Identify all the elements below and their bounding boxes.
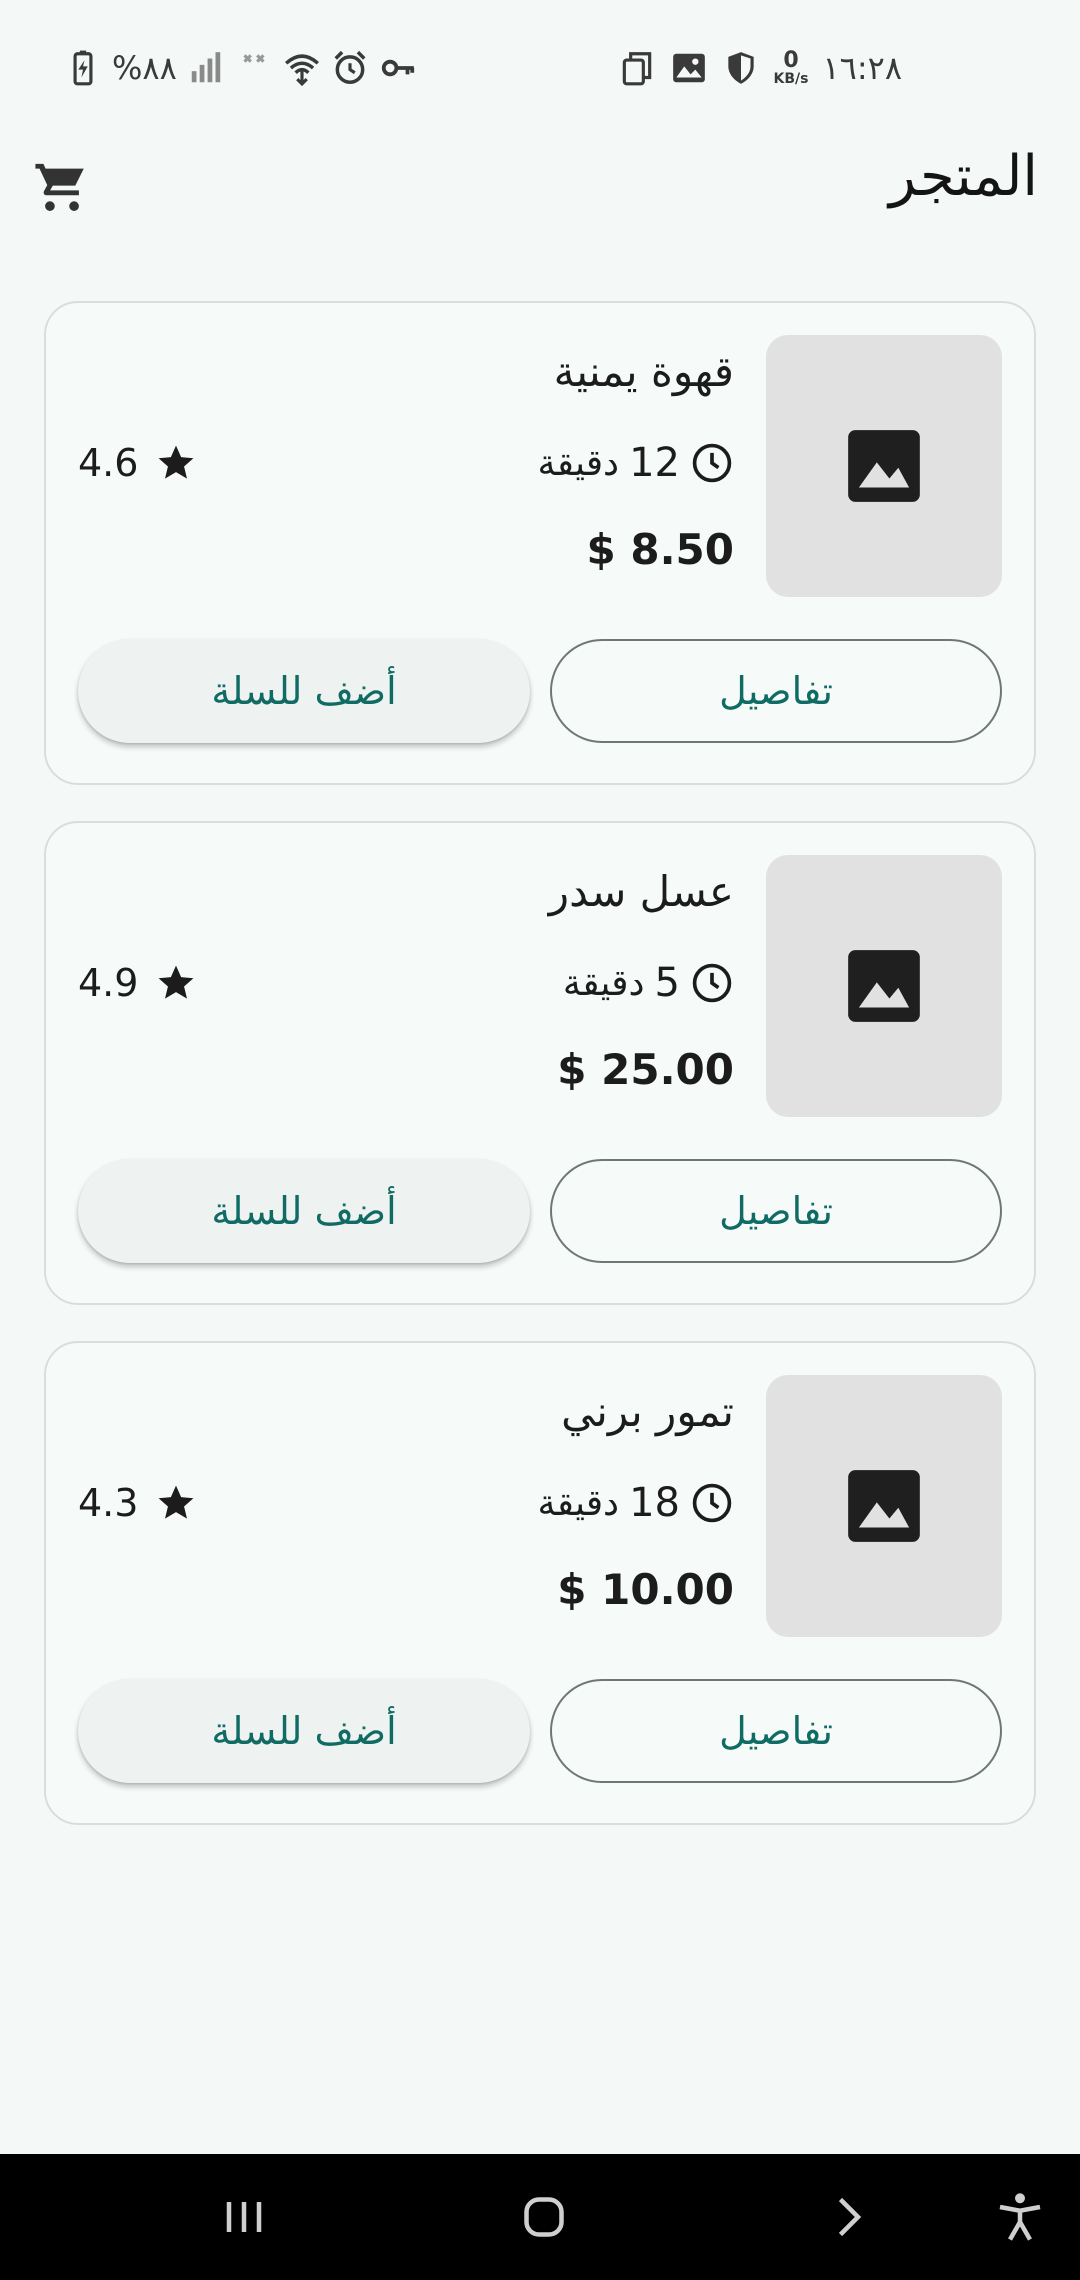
product-price: $ 25.00 [557,1045,734,1094]
battery-percent: %٨٨ [112,49,177,87]
image-placeholder-icon [848,950,920,1022]
net-speed-unit: KB/s [773,71,809,87]
product-rating: 4.6 [78,437,198,489]
vpn-key-icon [379,49,417,87]
product-card: عسل سدر 5 دقيقة $ 25.00 4.9 تفاصيل أضف ل… [44,821,1036,1305]
page-title: المتجر [889,144,1038,209]
product-card: قهوة يمنية 12 دقيقة $ 8.50 4.6 تفاصيل أض… [44,301,1036,785]
signal-bars-icon [187,49,225,87]
details-button[interactable]: تفاصيل [550,1159,1002,1263]
prep-time: 5 دقيقة [563,957,734,1009]
product-image [766,1375,1002,1637]
cart-button[interactable] [30,156,94,220]
product-image [766,855,1002,1117]
accessibility-icon [999,2193,1041,2241]
clock-icon [690,1481,734,1525]
home-button[interactable] [484,2154,604,2280]
recents-button[interactable] [184,2154,304,2280]
prep-time-unit: دقيقة [562,962,645,1004]
product-name: عسل سدر [548,867,734,916]
net-speed-value: 0 [783,48,799,73]
add-to-cart-button[interactable]: أضف للسلة [78,1679,530,1783]
status-bar-left: %٨٨ [64,48,417,88]
back-button[interactable] [788,2154,908,2280]
prep-time-value: 5 [654,960,680,1006]
rating-value: 4.6 [78,441,139,485]
back-icon [838,2197,862,2237]
recents-icon [226,2202,262,2232]
shopping-cart-icon [35,163,84,211]
rating-value: 4.3 [78,1481,139,1525]
product-list: قهوة يمنية 12 دقيقة $ 8.50 4.6 تفاصيل أض… [44,301,1036,1861]
clock-icon [690,961,734,1005]
home-icon [524,2197,564,2237]
add-to-cart-button[interactable]: أضف للسلة [78,1159,530,1263]
wifi-icon [283,49,321,87]
status-time: ١٦:٢٨ [822,49,902,87]
image-placeholder-icon [848,1470,920,1542]
system-navigation-bar [0,2154,1080,2280]
image-icon [670,49,708,87]
top-app-bar: المتجر [0,136,1080,236]
star-icon [154,441,198,485]
image-placeholder-icon [848,430,920,502]
prep-time-unit: دقيقة [537,1482,620,1524]
status-bar-right: 0 KB/s ١٦:٢٨ [618,48,902,88]
prep-time-value: 12 [629,440,680,486]
data-off-icon [235,49,273,87]
alarm-icon [331,49,369,87]
status-bar: %٨٨ 0 KB/s ١٦:٢٨ [0,0,1080,136]
product-name: تمور برني [561,1387,734,1436]
prep-time: 18 دقيقة [537,1477,734,1529]
details-button[interactable]: تفاصيل [550,639,1002,743]
add-to-cart-button[interactable]: أضف للسلة [78,639,530,743]
star-icon [154,961,198,1005]
star-icon [154,1481,198,1525]
copy-icon [618,49,656,87]
details-button[interactable]: تفاصيل [550,1679,1002,1783]
product-image [766,335,1002,597]
shield-icon [722,49,760,87]
prep-time-value: 18 [629,1480,680,1526]
prep-time: 12 دقيقة [537,437,734,489]
product-rating: 4.9 [78,957,198,1009]
net-speed: 0 KB/s [773,48,809,87]
battery-charging-icon [64,49,102,87]
accessibility-button[interactable] [960,2154,1080,2280]
rating-value: 4.9 [78,961,139,1005]
product-card: تمور برني 18 دقيقة $ 10.00 4.3 تفاصيل أض… [44,1341,1036,1825]
clock-icon [690,441,734,485]
product-rating: 4.3 [78,1477,198,1529]
product-price: $ 10.00 [557,1565,734,1614]
product-price: $ 8.50 [586,525,734,574]
prep-time-unit: دقيقة [537,442,620,484]
product-name: قهوة يمنية [553,347,734,396]
